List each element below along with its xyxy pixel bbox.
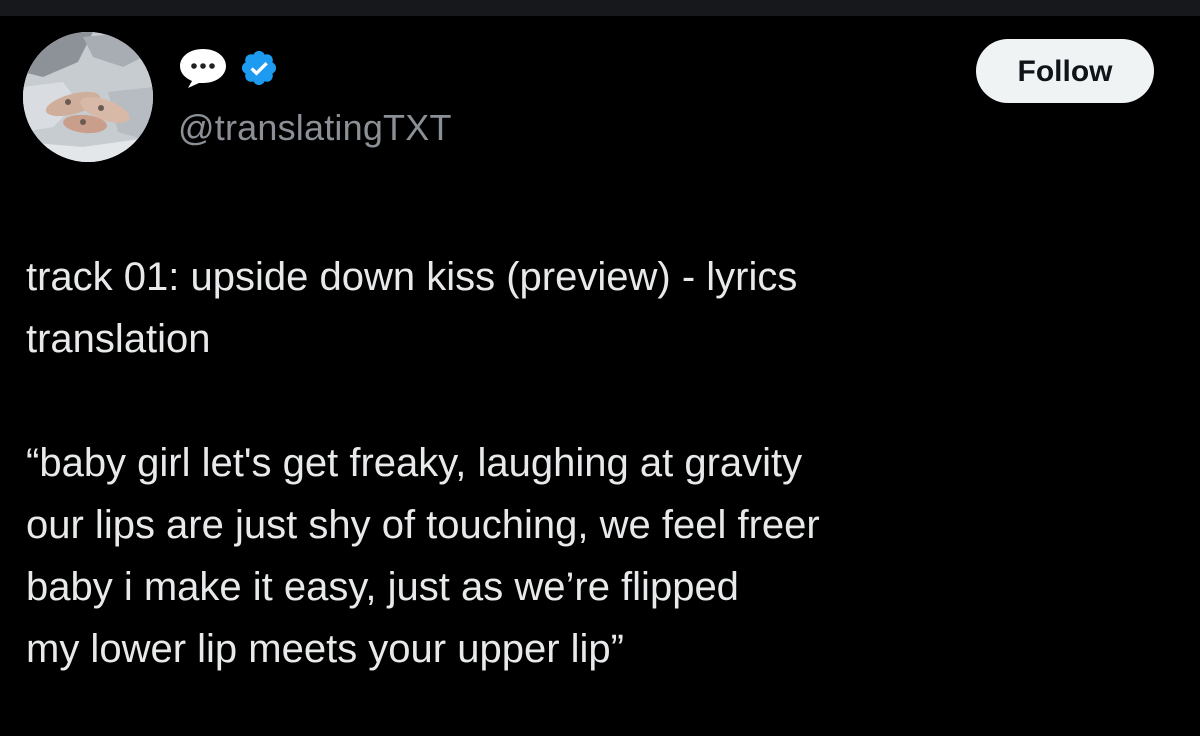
lyric-line: my lower lip meets your upper lip” bbox=[26, 627, 624, 671]
tweet-title-line: translation bbox=[26, 317, 211, 361]
top-bar bbox=[0, 0, 1200, 16]
lyric-line: baby i make it easy, just as we’re flipp… bbox=[26, 565, 739, 609]
user-handle[interactable]: @translatingTXT bbox=[178, 106, 452, 150]
speech-bubble-icon bbox=[177, 46, 229, 90]
tweet-body: track 01: upside down kiss (preview) - l… bbox=[26, 246, 1026, 680]
tweet-title-line: track 01: upside down kiss (preview) - l… bbox=[26, 255, 798, 299]
tweet-card: @translatingTXT Follow track 01: upside … bbox=[0, 16, 1200, 736]
avatar[interactable] bbox=[23, 32, 153, 162]
lyric-line: “baby girl let's get freaky, laughing at… bbox=[26, 441, 803, 485]
verified-badge-icon bbox=[239, 48, 279, 88]
display-name[interactable] bbox=[177, 46, 279, 90]
lyric-line: our lips are just shy of touching, we fe… bbox=[26, 503, 820, 547]
follow-button[interactable]: Follow bbox=[976, 39, 1154, 103]
